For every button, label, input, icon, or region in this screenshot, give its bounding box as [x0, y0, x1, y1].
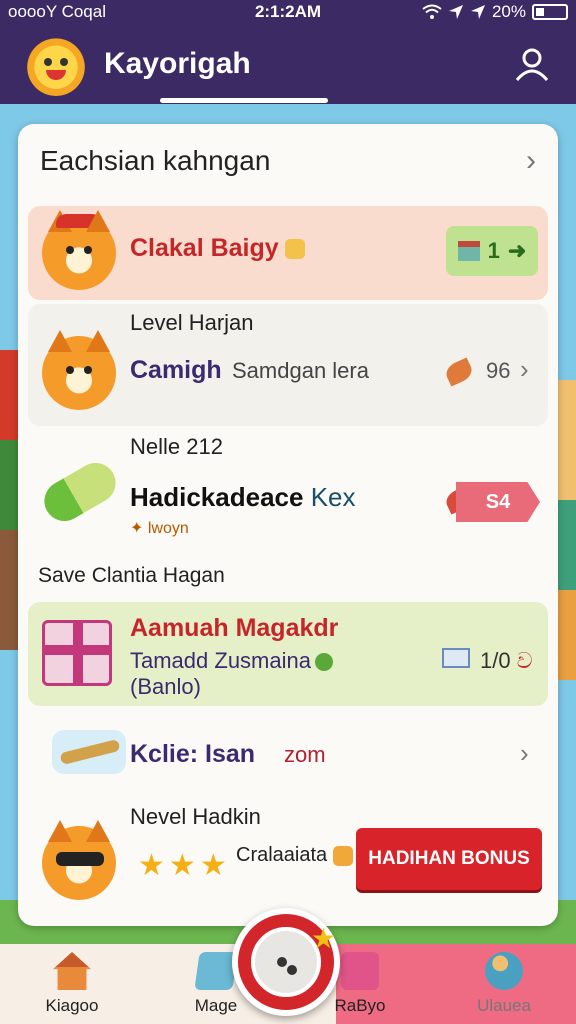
app-title: Kayorigah [104, 47, 251, 80]
star-icon: ★ [138, 849, 165, 882]
price-tag[interactable]: S4 [456, 482, 540, 522]
star-icon: ★ [199, 849, 227, 882]
nav-item-people[interactable]: Ulauea [432, 944, 576, 1024]
bonus-stars-label: Cralaaiata [236, 844, 328, 866]
row-note: ✦ lwoyn [130, 518, 189, 538]
featured-title: Aamuah Magakdr [130, 614, 339, 642]
nav-label: Kiagoo [45, 996, 99, 1015]
row-title: Clakal Baigy [130, 234, 305, 263]
bonus-button[interactable]: HADIHAN BONUS [356, 828, 542, 890]
fox-avatar-icon [42, 210, 116, 290]
sunglasses-icon [56, 852, 104, 866]
card-title: Eachsian kahngan [40, 145, 271, 176]
chat-icon [314, 653, 333, 672]
featured-item[interactable]: Aamuah Magakdr Tamadd Zusmaina (Banlo) 1… [28, 602, 548, 706]
main-card: Eachsian kahngan › Clakal Baigy 1 ➜ Leve… [18, 124, 558, 926]
location-icon [448, 5, 463, 19]
eye [66, 246, 74, 254]
battery-icon [532, 4, 568, 20]
eye [84, 366, 92, 374]
coin-icon [333, 845, 354, 866]
featured-paren: (Banlo) [130, 674, 201, 699]
status-right: 20% [422, 2, 568, 22]
status-bar: ooooY Coqal 2:1:2AM 20% [0, 0, 576, 24]
star-icon: ★ [310, 923, 336, 954]
hat-icon [56, 214, 102, 228]
row-title: Camigh [130, 356, 222, 384]
key-icon [52, 730, 126, 774]
chevron-right-icon[interactable]: › [520, 354, 529, 385]
feather-icon [442, 357, 476, 387]
row-title-tail: Kex [310, 482, 356, 512]
fox-sunglasses-icon [42, 820, 116, 900]
gift-box-icon [42, 620, 112, 686]
app-header: Kayorigah [0, 24, 576, 104]
carrier-label: ooooY Coqal [8, 2, 106, 21]
navigation-icon [470, 5, 485, 19]
reward-badge[interactable]: 1 ➜ [446, 226, 538, 276]
featured-subtitle-text: Tamadd Zusmaina [130, 648, 311, 673]
list-item-key[interactable]: Kclie: Isan zom › [28, 712, 548, 794]
list-item-item[interactable]: Nelle 212 Hadickadeace Kex ✦ lwoyn S4 [28, 430, 548, 554]
row-title: Hadickadeace Kex [130, 482, 356, 513]
ribbon-icon: ✦ [130, 520, 148, 537]
row-zoom: zom [284, 742, 326, 767]
profile-icon[interactable] [512, 44, 552, 84]
gift-icon [341, 952, 379, 990]
level-label: Level Harjan [130, 310, 254, 335]
arrow-right-icon: ➜ [507, 238, 527, 263]
section-label: Save Clantia Hagan [38, 564, 225, 587]
row-note-text: lwoyn [147, 520, 189, 537]
star-icon: ★ [168, 849, 196, 882]
house-icon [457, 241, 480, 261]
list-item-bonus: Nevel Hadkin ★ ★ ★ Cralaaiata HADIHAN BO… [28, 798, 548, 918]
bonus-title: Nevel Hadkin [130, 804, 261, 829]
mail-icon [442, 648, 470, 668]
featured-value-text: 1/0 [480, 648, 511, 673]
row-title-text: Clakal Baigy [130, 234, 279, 262]
featured-suffix: ව [516, 648, 533, 673]
fox-avatar-icon [42, 330, 116, 410]
nav-item-home[interactable]: Kiagoo [0, 944, 144, 1024]
star-rating: ★ ★ ★ [138, 848, 227, 883]
card-header[interactable]: Eachsian kahngan › [18, 124, 558, 198]
row-title-main: Hadickadeace [130, 482, 304, 512]
row-subtitle: Samdgan lera [232, 358, 369, 383]
app-logo [24, 32, 88, 96]
list-item-highlight[interactable]: Clakal Baigy 1 ➜ [28, 206, 548, 300]
center-play-button[interactable]: ★ [232, 908, 340, 1016]
nav-label: RaByo [334, 996, 386, 1015]
home-icon [53, 952, 91, 990]
people-icon [485, 952, 523, 990]
list-item-level[interactable]: Level Harjan Camigh Samdgan lera 96 › [28, 304, 548, 426]
level-label: Nelle 212 [130, 434, 223, 459]
scroll-icon [37, 455, 123, 529]
row-title: Kclie: Isan [130, 740, 256, 768]
featured-subtitle: Tamadd Zusmaina [130, 648, 333, 674]
badge-value: 1 [487, 238, 500, 263]
chevron-right-icon[interactable]: › [520, 738, 529, 769]
coin-icon [284, 239, 305, 260]
battery-percent: 20% [491, 2, 526, 21]
tab-indicator [160, 98, 328, 103]
row-value: 96 [486, 358, 511, 383]
featured-value: 1/0 ව [480, 648, 533, 674]
wifi-icon [422, 4, 442, 19]
nav-label: Ulauea [477, 996, 531, 1015]
bonus-stars-text: Cralaaiata [236, 844, 354, 867]
nav-label: Mage [194, 996, 238, 1015]
eye [84, 246, 92, 254]
chevron-right-icon[interactable]: › [526, 144, 536, 178]
eye [66, 366, 74, 374]
